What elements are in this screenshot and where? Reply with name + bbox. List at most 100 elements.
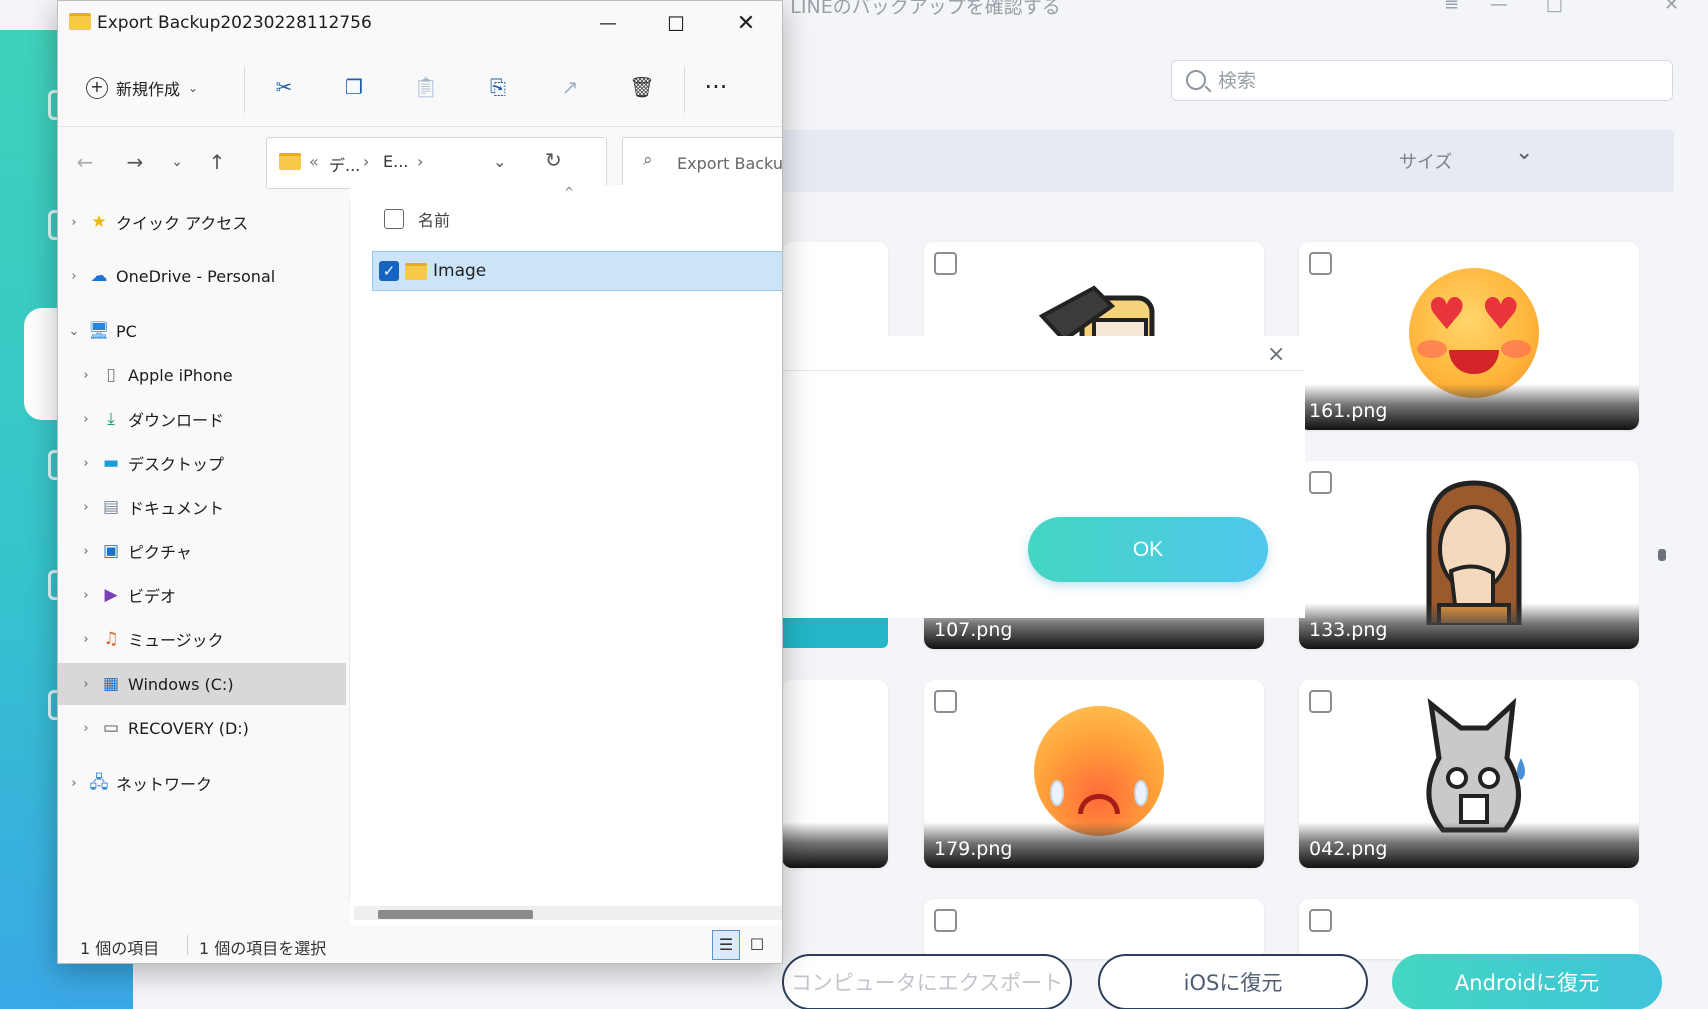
network-icon: 🖧︎ bbox=[89, 773, 109, 793]
minimize-icon[interactable]: — bbox=[588, 9, 628, 39]
back-icon[interactable]: ← bbox=[70, 147, 100, 177]
close-icon[interactable]: ✕ bbox=[726, 9, 766, 39]
restore-to-android-button[interactable]: Androidに復元 bbox=[1392, 954, 1662, 1009]
large-icons-view-icon[interactable]: ☐ bbox=[746, 932, 768, 958]
card-checkbox[interactable] bbox=[1309, 909, 1332, 932]
restore-to-ios-button[interactable]: iOSに復元 bbox=[1098, 954, 1368, 1009]
file-list: ^ 名前 ✓ Image bbox=[350, 185, 782, 925]
recent-locations-icon[interactable]: ⌄ bbox=[162, 147, 192, 177]
nav-item-onedrive[interactable]: › ☁ OneDrive - Personal bbox=[58, 255, 346, 297]
command-bar: + 新規作成 ⌄ ✂ ❐ 📋︎ ⎘ ↗ 🗑︎ ··· bbox=[58, 57, 782, 119]
breadcrumb-item[interactable]: E... bbox=[383, 152, 408, 171]
chevron-down-icon[interactable]: ⌄ bbox=[1515, 140, 1533, 165]
nav-item-recovery-d[interactable]: › ▭ RECOVERY (D:) bbox=[58, 707, 346, 749]
refresh-icon[interactable]: ↻ bbox=[545, 148, 562, 172]
app-close-icon[interactable]: ✕ bbox=[1664, 0, 1679, 15]
app-maximize-icon[interactable]: □ bbox=[1546, 0, 1563, 15]
nav-item-windows-c[interactable]: › ▦ Windows (C:) bbox=[58, 663, 346, 705]
export-to-computer-button[interactable]: コンピュータにエクスポート bbox=[782, 954, 1072, 1009]
star-icon: ★ bbox=[91, 212, 107, 232]
paste-icon[interactable]: 📋︎ bbox=[410, 71, 442, 103]
image-card[interactable]: 179.png bbox=[924, 680, 1264, 868]
nav-item-pc[interactable]: ⌄ 🖥︎ PC bbox=[58, 310, 346, 352]
chevron-right-icon: › bbox=[417, 152, 424, 171]
sort-label[interactable]: サイズ bbox=[1399, 148, 1452, 174]
delete-icon[interactable]: 🗑︎ bbox=[626, 71, 658, 103]
desktop-icon: ▬ bbox=[102, 453, 120, 473]
file-row[interactable]: ✓ Image bbox=[372, 251, 782, 291]
nav-item-network[interactable]: › 🖧︎ ネットワーク bbox=[58, 762, 346, 804]
card-filename: 161.png bbox=[1309, 400, 1388, 422]
heart-eyes-emoji: ♥ ♥ bbox=[1409, 268, 1539, 398]
copy-icon[interactable]: ❐ bbox=[338, 71, 370, 103]
up-icon[interactable]: ↑ bbox=[202, 147, 232, 177]
nav-item-videos[interactable]: › ▶ ビデオ bbox=[58, 574, 346, 616]
rename-icon[interactable]: ⎘ bbox=[482, 71, 514, 103]
nav-item-documents[interactable]: › ▤ ドキュメント bbox=[58, 486, 346, 528]
picture-icon: ▣ bbox=[102, 541, 120, 561]
rabbit-sticker-image bbox=[1426, 698, 1525, 833]
row-checkbox[interactable]: ✓ bbox=[379, 261, 399, 281]
forward-icon[interactable]: → bbox=[120, 147, 150, 177]
overflow-crumb-icon[interactable]: « bbox=[309, 152, 319, 171]
ok-button[interactable]: OK bbox=[1028, 517, 1268, 582]
download-icon: ⤓ bbox=[107, 409, 115, 429]
select-all-checkbox[interactable] bbox=[384, 209, 404, 229]
nav-label: OneDrive - Personal bbox=[116, 266, 276, 286]
image-card[interactable] bbox=[1299, 899, 1639, 959]
search-input[interactable] bbox=[1218, 66, 1658, 96]
folder-search-box[interactable]: ⌕ bbox=[622, 137, 782, 189]
nav-item-downloads[interactable]: › ⤓ ダウンロード bbox=[58, 398, 346, 440]
image-card[interactable]: 133.png bbox=[1299, 461, 1639, 649]
folder-icon bbox=[279, 153, 301, 170]
app-minimize-icon[interactable]: — bbox=[1490, 0, 1508, 15]
details-view-icon[interactable]: ☰ bbox=[712, 930, 740, 960]
image-card[interactable]: ♥ ♥ 161.png bbox=[1299, 242, 1639, 430]
title-bar[interactable]: Export Backup20230228112756 — ☐ ✕ bbox=[58, 1, 782, 47]
card-checkbox[interactable] bbox=[1309, 252, 1332, 275]
card-checkbox[interactable] bbox=[1309, 690, 1332, 713]
close-icon[interactable]: × bbox=[1267, 342, 1285, 367]
card-checkbox[interactable] bbox=[934, 252, 957, 275]
image-card[interactable] bbox=[924, 899, 1264, 959]
file-name: Image bbox=[433, 261, 487, 281]
monitor-icon: 🖥︎ bbox=[88, 321, 110, 341]
drive-icon: ▦ bbox=[102, 674, 120, 694]
nav-item-pictures[interactable]: › ▣ ピクチャ bbox=[58, 530, 346, 572]
new-button[interactable]: + 新規作成 ⌄ bbox=[86, 73, 198, 103]
scrollbar-thumb[interactable] bbox=[378, 910, 533, 919]
plus-icon: + bbox=[86, 77, 108, 99]
more-options-icon[interactable]: ··· bbox=[700, 71, 732, 103]
cut-icon[interactable]: ✂ bbox=[268, 71, 300, 103]
share-icon[interactable]: ↗ bbox=[554, 71, 586, 103]
search-box[interactable] bbox=[1171, 60, 1673, 101]
maximize-icon[interactable]: ☐ bbox=[656, 9, 696, 39]
scrollbar-thumb[interactable] bbox=[1658, 549, 1666, 561]
image-card[interactable] bbox=[782, 680, 888, 868]
breadcrumb-item[interactable]: デ... bbox=[329, 152, 360, 176]
address-dropdown-icon[interactable]: ⌄ bbox=[493, 152, 506, 171]
nav-item-apple-iphone[interactable]: › ▯ Apple iPhone bbox=[58, 354, 346, 396]
image-card[interactable]: 042.png bbox=[1299, 680, 1639, 868]
nav-label: RECOVERY (D:) bbox=[128, 718, 249, 738]
nav-item-quick-access[interactable]: › ★ クイック アクセス bbox=[58, 201, 346, 243]
address-bar[interactable]: « デ... › E... › ⌄ ↻ bbox=[266, 137, 607, 189]
column-header-name[interactable]: 名前 bbox=[384, 207, 450, 231]
app-menu-icon[interactable]: ≡ bbox=[1444, 0, 1459, 15]
nav-item-desktop[interactable]: › ▬ デスクトップ bbox=[58, 442, 346, 484]
horizontal-scrollbar[interactable] bbox=[354, 906, 782, 920]
card-filename: 133.png bbox=[1309, 619, 1388, 641]
chevron-down-icon: ⌄ bbox=[188, 81, 199, 95]
file-explorer-window: Export Backup20230228112756 — ☐ ✕ + 新規作成… bbox=[57, 0, 783, 964]
new-label: 新規作成 bbox=[116, 80, 181, 99]
nav-label: ドキュメント bbox=[128, 499, 225, 518]
nav-label: ネットワーク bbox=[116, 775, 213, 794]
folder-search-input[interactable] bbox=[677, 150, 782, 176]
card-checkbox[interactable] bbox=[934, 909, 957, 932]
nav-item-music[interactable]: › ♫ ミュージック bbox=[58, 618, 346, 660]
card-checkbox[interactable] bbox=[1309, 471, 1332, 494]
card-checkbox[interactable] bbox=[934, 690, 957, 713]
crying-emoji bbox=[1034, 706, 1164, 836]
nav-label: Apple iPhone bbox=[128, 365, 233, 385]
drive-icon: ▭ bbox=[102, 718, 120, 738]
